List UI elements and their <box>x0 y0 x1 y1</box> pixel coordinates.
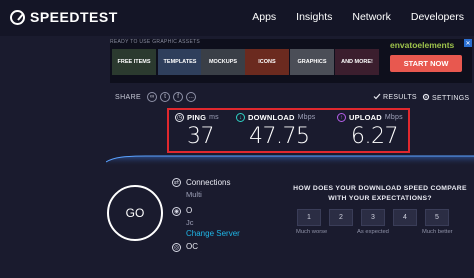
ad-tile-label: FREE ITEMS <box>117 59 151 65</box>
ad-tile-label: TEMPLATES <box>163 59 197 65</box>
check-icon <box>373 93 381 100</box>
ad-tile-mockups[interactable]: MOCKUPS <box>201 49 245 75</box>
rating-caption-low: Much worse <box>296 229 328 235</box>
download-label: DOWNLOAD <box>248 113 295 122</box>
ad-banner[interactable]: READY TO USE GRAPHIC ASSETS FREE ITEMS T… <box>110 39 472 83</box>
go-button[interactable]: GO <box>107 185 163 241</box>
server-name: O <box>186 206 193 215</box>
ad-tile-graphics[interactable]: GRAPHICS <box>290 49 334 75</box>
results-label: RESULTS <box>383 94 417 101</box>
results-link[interactable]: RESULTS <box>373 93 417 101</box>
rating-caption-mid: As expected <box>357 229 389 235</box>
gear-icon <box>422 93 430 101</box>
connections-value: Multi <box>186 190 202 199</box>
rating-caption-high: Much better <box>422 229 453 235</box>
logo-text: SPEEDTEST <box>30 9 118 25</box>
start-now-button[interactable]: START NOW <box>390 55 462 72</box>
more-icon[interactable]: … <box>186 92 197 102</box>
ping-icon: ◷ <box>175 113 184 122</box>
main-nav: Apps Insights Network Developers <box>252 11 464 23</box>
server-icon: ◉ <box>172 207 181 216</box>
ad-caption: READY TO USE GRAPHIC ASSETS <box>110 39 201 45</box>
speedtest-logo[interactable]: SPEEDTEST <box>10 9 118 25</box>
rating-option-4[interactable]: 4 <box>393 209 417 226</box>
ping-value: 37 <box>187 124 214 149</box>
share-row: SHARE ∞ t f … <box>115 92 197 102</box>
survey-question: HOW DOES YOUR DOWNLOAD SPEED COMPARE WIT… <box>293 185 467 202</box>
connections-label: Connections <box>186 178 231 187</box>
envato-logo: envatoelements <box>390 40 455 50</box>
download-metric: ↓ DOWNLOAD Mbps 47.75 <box>236 113 316 149</box>
ad-tile-templates[interactable]: TEMPLATES <box>158 49 202 75</box>
upload-unit: Mbps <box>384 114 403 121</box>
nav-item-apps[interactable]: Apps <box>252 11 276 23</box>
settings-link[interactable]: SETTINGS <box>422 93 469 102</box>
isp-icon: ◎ <box>172 243 181 252</box>
ad-tile-label: MOCKUPS <box>208 59 238 65</box>
connections-icon: ⇄ <box>172 178 181 187</box>
link-icon[interactable]: ∞ <box>147 92 158 102</box>
ad-tile-icons[interactable]: ICONS <box>245 49 289 75</box>
ad-tile-free-items[interactable]: FREE ITEMS <box>112 49 156 75</box>
change-server-link[interactable]: Change Server <box>186 229 240 238</box>
ping-label: PING <box>187 113 207 122</box>
upload-arrow-icon: ↑ <box>337 113 346 122</box>
server-location: Jc <box>186 218 194 227</box>
facebook-icon[interactable]: f <box>173 92 184 102</box>
nav-item-insights[interactable]: Insights <box>296 11 332 23</box>
download-unit: Mbps <box>297 114 316 121</box>
rating-option-3[interactable]: 3 <box>361 209 385 226</box>
top-navigation-bar: SPEEDTEST Apps Insights Network Develope… <box>0 0 474 36</box>
rating-option-5[interactable]: 5 <box>425 209 449 226</box>
nav-item-developers[interactable]: Developers <box>411 11 464 23</box>
upload-label: UPLOAD <box>349 113 382 122</box>
ad-tile-label: AND MORE! <box>341 59 373 65</box>
isp-name: OC <box>186 242 198 251</box>
twitter-icon[interactable]: t <box>160 92 171 102</box>
upload-metric: ↑ UPLOAD Mbps 6.27 <box>337 113 403 149</box>
ping-metric: ◷ PING ms 37 <box>175 113 219 149</box>
rating-option-1[interactable]: 1 <box>297 209 321 226</box>
speed-graph <box>106 155 474 166</box>
ad-tile-and-more[interactable]: AND MORE! <box>335 49 379 75</box>
graph-area <box>106 156 474 166</box>
settings-label: SETTINGS <box>432 95 470 102</box>
results-highlight-box: ◷ PING ms 37 ↓ DOWNLOAD Mbps 47.75 ↑ UPL… <box>167 108 410 153</box>
ping-unit: ms <box>209 114 219 121</box>
share-label: SHARE <box>115 93 142 101</box>
ad-tile-label: GRAPHICS <box>297 59 327 65</box>
speedometer-icon <box>10 9 25 25</box>
close-icon[interactable]: ✕ <box>464 39 472 47</box>
ad-tile-label: ICONS <box>258 59 276 65</box>
rating-option-2[interactable]: 2 <box>329 209 353 226</box>
upload-value: 6.27 <box>351 124 398 149</box>
download-value: 47.75 <box>249 124 310 149</box>
nav-item-network[interactable]: Network <box>352 11 391 23</box>
download-arrow-icon: ↓ <box>236 113 245 122</box>
